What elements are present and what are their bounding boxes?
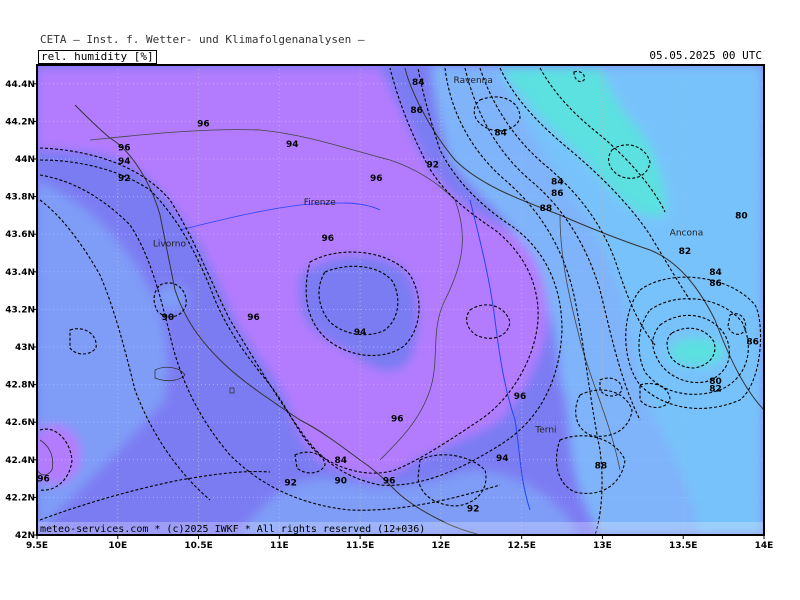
contour-label: 96 [391,414,404,424]
x-tick-label: 9.5E [26,541,48,551]
contour-label: 96 [514,392,527,402]
contour-label: 80 [735,211,748,221]
y-tick-label: 43.4N [5,268,35,278]
contour-label: 96 [197,119,210,129]
contour-label: 84 [709,268,722,278]
contour-label: 92 [118,174,131,184]
city-label-ancona: Ancona [670,228,704,238]
city-label-terni: Terni [534,426,556,436]
x-tick-label: 10.5E [184,541,212,551]
contour-label: 94 [286,140,299,150]
contour-label: 84 [551,178,564,188]
contour-label: 94 [118,157,131,167]
y-tick-label: 44.2N [5,117,35,127]
city-label-firenze: Firenze [304,198,336,208]
humidity-spot-88-92-west [156,284,188,312]
contour-label: 92 [427,161,440,171]
contour-label: 94 [354,328,367,338]
x-tick-label: 12.5E [507,541,535,551]
contour-label: 96 [247,313,260,323]
contour-label: 86 [410,106,423,116]
y-tick-label: 43.8N [5,193,35,203]
y-tick-label: 43.2N [5,305,35,315]
y-tick-label: 43N [15,343,35,353]
y-tick-label: 44N [15,155,35,165]
contour-label: 84 [412,78,425,88]
y-tick-label: 42.6N [5,418,35,428]
x-tick-label: 10E [108,541,127,551]
copyright-footer: meteo-services.com * (c)2025 IWKF * All … [40,524,425,535]
contour-label: 96 [118,144,131,154]
y-tick-label: 42.4N [5,456,35,466]
contour-label: 94 [496,454,509,464]
y-tick-label: 43.6N [5,230,35,240]
contour-label: 86 [551,189,564,199]
y-tick-label: 44.4N [5,80,35,90]
contour-label: 84 [334,456,347,466]
contour-label: 88 [540,204,553,214]
contour-label: 96 [37,475,50,485]
x-tick-label: 13E [593,541,612,551]
y-tick-label: 42N [15,531,35,541]
x-tick-label: 13.5E [669,541,697,551]
contour-label: 92 [467,505,480,515]
humidity-fill-layer [37,65,764,535]
contour-label: 86 [746,337,759,347]
contour-label: 92 [284,478,297,488]
humidity-map: 9.5E 10E 10.5E 11E 11.5E 12E 12.5E 13E 13.5E 14E 4… [5,64,774,551]
contour-label: 82 [679,247,692,257]
contour-label: 96 [370,174,383,184]
contour-label: 86 [709,279,722,289]
city-label-ravenna: Ravenna [454,76,493,86]
contour-label: 88 [595,461,608,471]
contour-label: 96 [322,234,335,244]
contour-label: 84 [494,129,507,139]
x-tick-label: 11.5E [346,541,374,551]
y-tick-label: 42.2N [5,493,35,503]
contour-label: 82 [709,384,722,394]
contour-label: 90 [162,313,175,323]
contour-label: 96 [383,476,396,486]
contour-label: 90 [334,476,347,486]
x-tick-label: 12E [432,541,451,551]
x-tick-label: 11E [270,541,289,551]
humidity-low-spot-southeast [669,338,725,366]
x-tick-label: 14E [755,541,774,551]
y-tick-label: 42.8N [5,381,35,391]
city-label-livorno: Livorno [153,240,187,250]
